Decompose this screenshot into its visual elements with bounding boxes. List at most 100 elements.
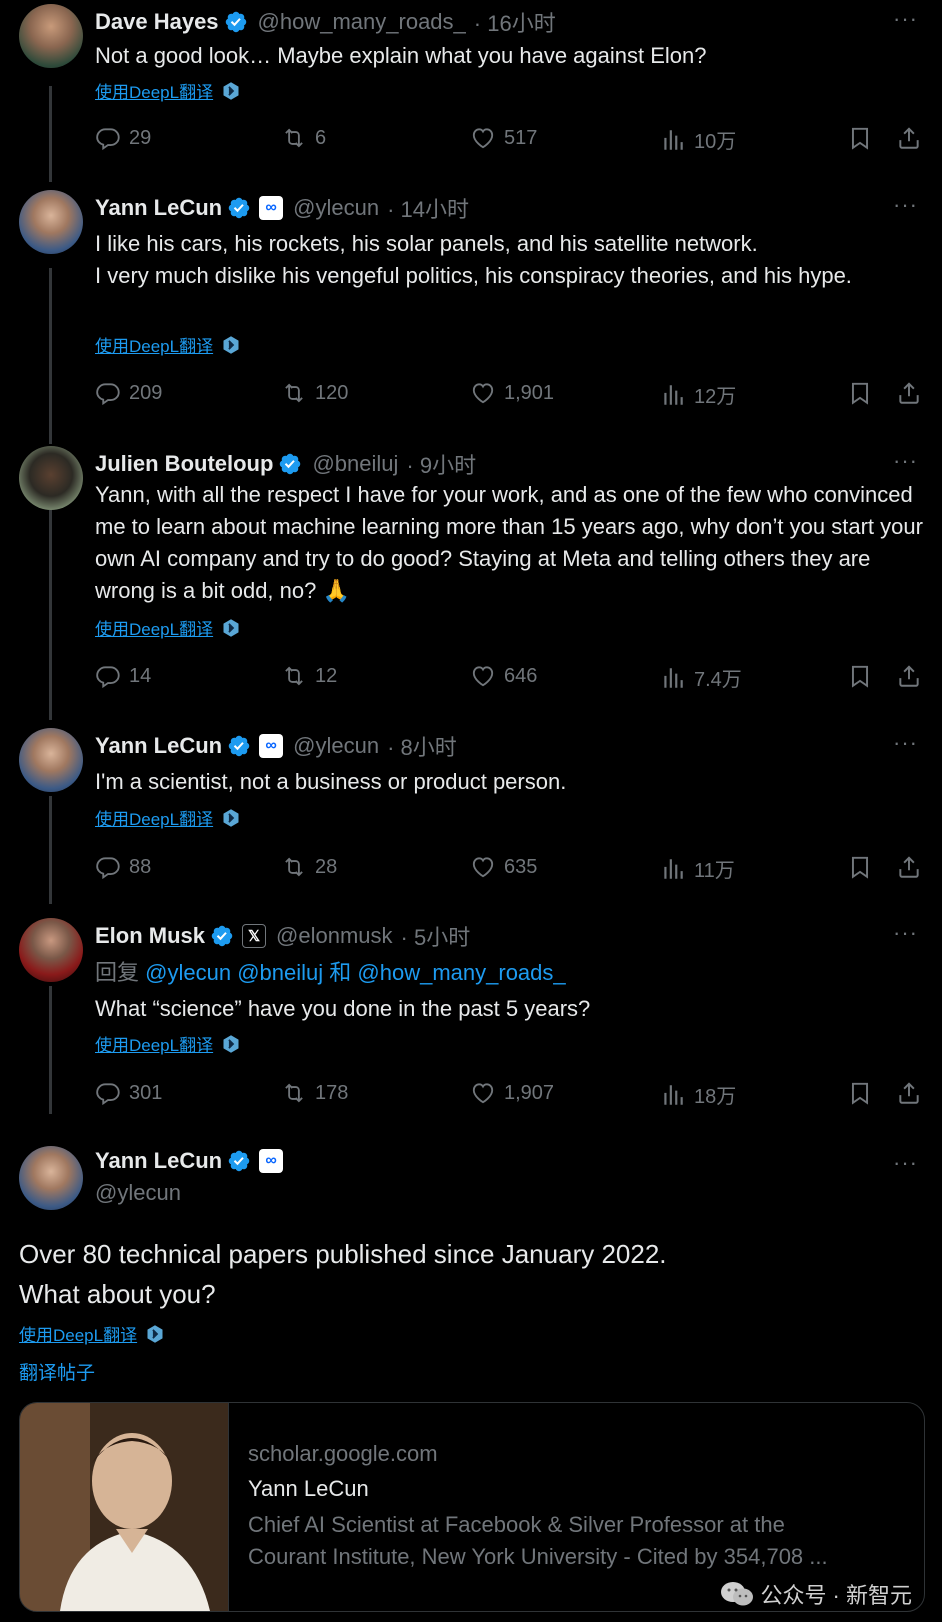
deepl-icon (221, 618, 241, 638)
share-button[interactable] (896, 1080, 930, 1106)
reply-button[interactable]: 14 (95, 663, 151, 689)
mention-link[interactable]: @bneiluj (237, 960, 323, 985)
bookmark-button[interactable] (847, 663, 881, 689)
like-button[interactable]: 646 (470, 663, 537, 689)
bookmark-button[interactable] (847, 1080, 881, 1106)
share-button[interactable] (896, 380, 930, 406)
avatar[interactable] (19, 918, 83, 982)
bookmark-button[interactable] (847, 380, 881, 406)
retweet-count: 12 (315, 664, 338, 687)
mention-link[interactable]: @how_many_roads_ (357, 960, 565, 985)
translate-label[interactable]: 使用DeepL翻译 (95, 332, 213, 357)
timestamp[interactable]: · 16小时 (474, 6, 556, 38)
views-button[interactable]: 12万 (660, 380, 736, 409)
reply-button[interactable]: 29 (95, 125, 151, 151)
views-button[interactable]: 11万 (660, 854, 735, 883)
like-button[interactable]: 1,901 (470, 380, 554, 406)
reply-count: 88 (129, 855, 152, 878)
tweet-text: Not a good look… Maybe explain what you … (95, 43, 707, 68)
translate-link[interactable]: 使用DeepL翻译 (95, 78, 241, 103)
views-button[interactable]: 18万 (660, 1080, 736, 1109)
avatar[interactable] (19, 728, 83, 792)
meta-affiliate-icon[interactable]: ∞ (259, 196, 284, 220)
like-button[interactable]: 635 (470, 854, 537, 880)
meta-affiliate-icon[interactable]: ∞ (259, 1149, 284, 1173)
tweet-text: I'm a scientist, not a business or produ… (95, 769, 567, 794)
author-handle[interactable]: @ylecun (293, 195, 379, 221)
meta-affiliate-icon[interactable]: ∞ (259, 734, 284, 758)
retweet-button[interactable]: 12 (281, 663, 337, 689)
card-title: Yann LeCun (248, 1476, 369, 1501)
timestamp[interactable]: · 9小时 (406, 448, 476, 480)
translate-post-link[interactable]: 翻译帖子 (19, 1358, 95, 1385)
avatar[interactable] (19, 1146, 83, 1210)
translate-link[interactable]: 使用DeepL翻译 (95, 615, 241, 640)
author-handle[interactable]: @ylecun (293, 733, 379, 759)
like-button[interactable]: 1,907 (470, 1080, 554, 1106)
author-name[interactable]: Elon Musk (95, 923, 205, 949)
share-button[interactable] (896, 125, 930, 151)
author-name[interactable]: Yann LeCun (95, 1148, 222, 1174)
like-count: 635 (504, 855, 538, 878)
more-options-icon[interactable]: ··· (893, 192, 918, 218)
deepl-icon (221, 808, 241, 828)
more-options-icon[interactable]: ··· (893, 920, 918, 946)
translate-label[interactable]: 使用DeepL翻译 (95, 805, 213, 830)
translate-link[interactable]: 使用DeepL翻译 (95, 332, 241, 357)
action-bar: 14 12 646 7.4万 (95, 663, 925, 691)
avatar[interactable] (19, 190, 83, 254)
share-button[interactable] (896, 663, 930, 689)
tweet-text: Yann, with all the respect I have for yo… (95, 482, 923, 603)
translate-label[interactable]: 使用DeepL翻译 (95, 1031, 213, 1056)
views-button[interactable]: 10万 (660, 125, 736, 154)
heart-icon (470, 1080, 496, 1106)
more-options-icon[interactable]: ··· (893, 448, 918, 474)
reply-count: 209 (129, 381, 163, 404)
share-icon (896, 663, 922, 689)
author-handle[interactable]: @elonmusk (276, 923, 393, 949)
reply-button[interactable]: 301 (95, 1080, 162, 1106)
timestamp[interactable]: · 14小时 (387, 192, 469, 224)
translate-label[interactable]: 使用DeepL翻译 (95, 615, 213, 640)
more-options-icon[interactable]: ··· (893, 6, 918, 32)
avatar[interactable] (19, 446, 83, 510)
share-button[interactable] (896, 854, 930, 880)
author-name[interactable]: Julien Bouteloup (95, 451, 273, 477)
author-handle[interactable]: @bneiluj (312, 451, 398, 477)
like-button[interactable]: 517 (470, 125, 537, 151)
retweet-button[interactable]: 28 (281, 854, 337, 880)
author-handle[interactable]: @ylecun (95, 1180, 181, 1206)
retweet-icon (281, 663, 307, 689)
author-name[interactable]: Dave Hayes (95, 9, 219, 35)
author-name[interactable]: Yann LeCun (95, 195, 222, 221)
translate-link[interactable]: 使用DeepL翻译 (19, 1321, 165, 1346)
reply-button[interactable]: 209 (95, 380, 162, 406)
timestamp[interactable]: · 5小时 (401, 920, 471, 952)
avatar[interactable] (19, 4, 83, 68)
mention-link[interactable]: @ylecun (145, 960, 231, 985)
bookmark-button[interactable] (847, 125, 881, 151)
translate-post-label[interactable]: 翻译帖子 (19, 1358, 95, 1385)
views-button[interactable]: 7.4万 (660, 663, 742, 692)
wechat-icon (721, 1582, 754, 1606)
translate-label[interactable]: 使用DeepL翻译 (19, 1321, 137, 1346)
bookmark-button[interactable] (847, 854, 881, 880)
more-options-icon[interactable]: ··· (893, 730, 918, 756)
tweet-text-line: I very much dislike his vengeful politic… (95, 263, 852, 288)
translate-label[interactable]: 使用DeepL翻译 (95, 78, 213, 103)
translate-link[interactable]: 使用DeepL翻译 (95, 805, 241, 830)
main-tweet-line: What about you? (19, 1279, 216, 1309)
translate-link[interactable]: 使用DeepL翻译 (95, 1031, 241, 1056)
timestamp[interactable]: · 8小时 (387, 730, 457, 762)
retweet-button[interactable]: 178 (281, 1080, 348, 1106)
reply-button[interactable]: 88 (95, 854, 151, 880)
deepl-icon (145, 1324, 165, 1344)
author-handle[interactable]: @how_many_roads_ (258, 9, 466, 35)
author-name[interactable]: Yann LeCun (95, 733, 222, 759)
x-affiliate-icon[interactable]: 𝕏 (242, 924, 267, 948)
tweet-header: Yann LeCun ∞ @ylecun · 8小时 (95, 730, 457, 762)
more-options-icon[interactable]: ··· (893, 1150, 918, 1176)
heart-icon (470, 380, 496, 406)
retweet-button[interactable]: 120 (281, 380, 348, 406)
retweet-button[interactable]: 6 (281, 125, 326, 151)
